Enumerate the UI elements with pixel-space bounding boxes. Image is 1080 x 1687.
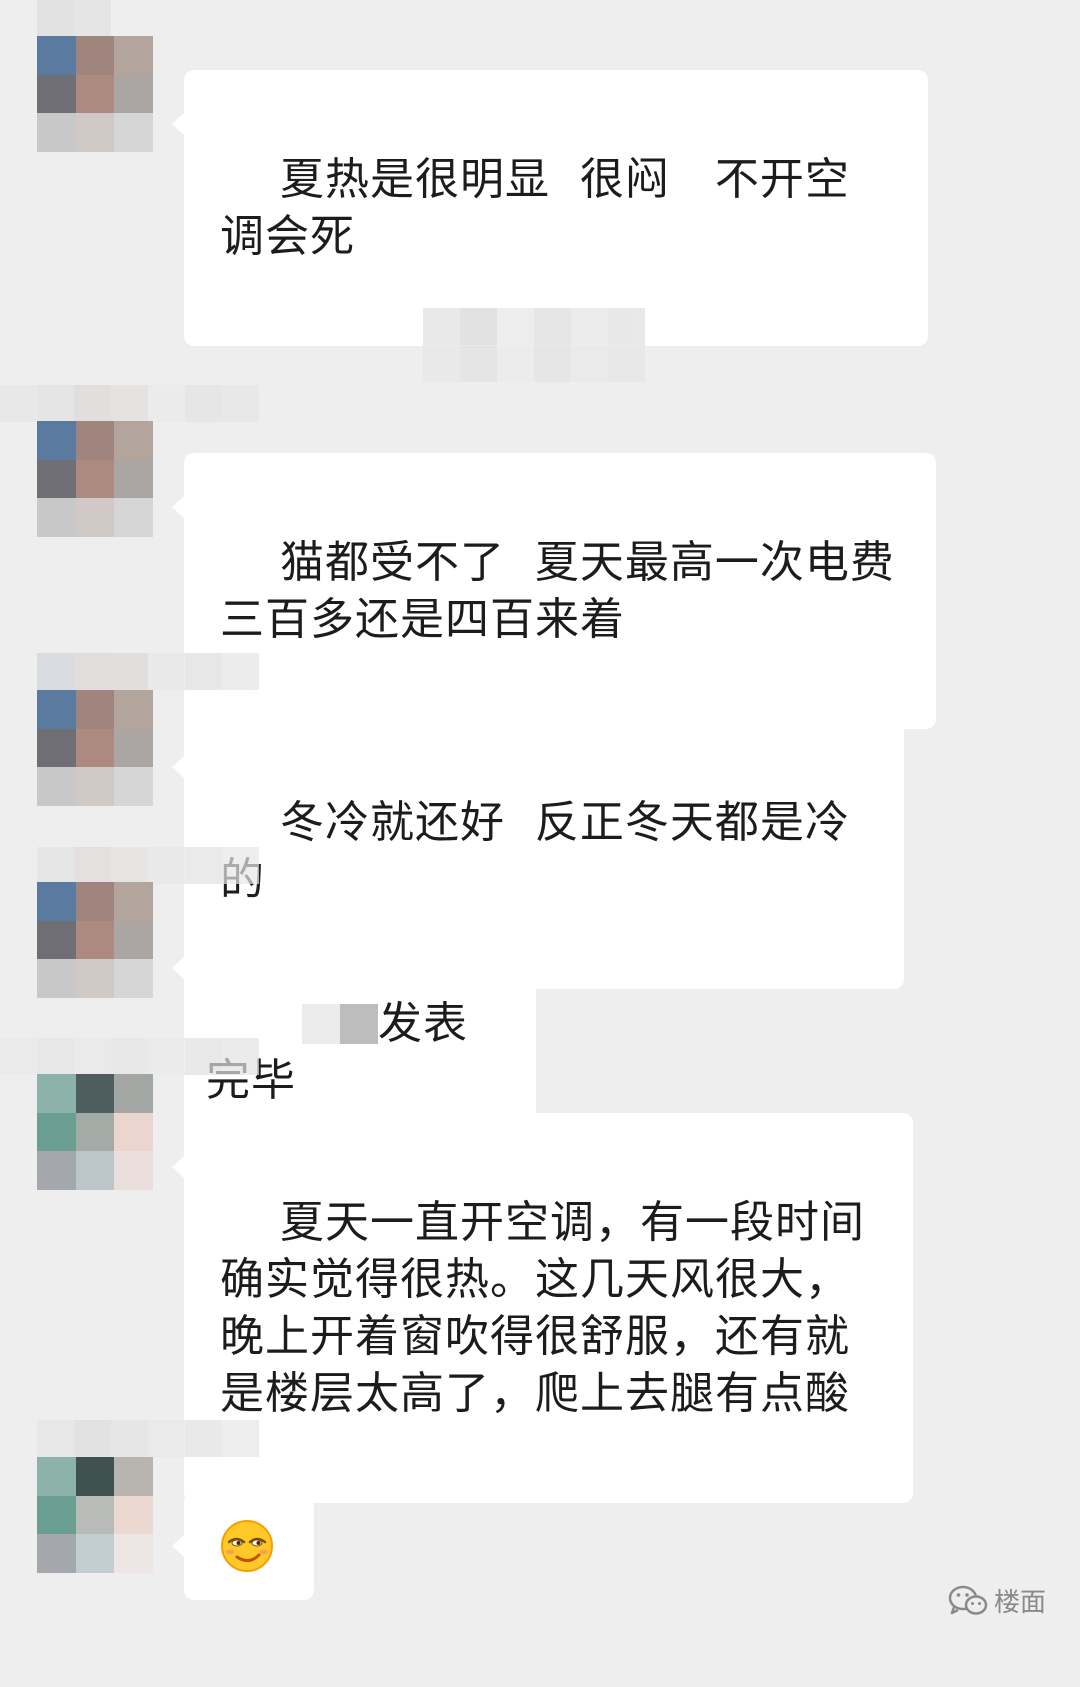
message-bubble[interactable] <box>172 1492 314 1600</box>
blurred-mention <box>265 995 378 1052</box>
avatar[interactable] <box>37 1457 153 1573</box>
message-text: 夏热是很明显 很闷 不开空调会死 <box>220 154 850 262</box>
message-bubble[interactable]: 夏天一直开空调，有一段时间确实觉得很热。这几天风很大，晚上开着窗吹得很舒服，还有… <box>172 1113 913 1503</box>
wechat-icon <box>948 1585 988 1615</box>
watermark-text: 楼面 <box>993 1588 1046 1618</box>
blurred-sender-name <box>37 847 259 884</box>
smirk-emoji-icon <box>221 1520 273 1572</box>
message-text: 猫都受不了 夏天最高一次电费三百多还是四百来着 <box>220 537 895 645</box>
message-text: 夏天一直开空调，有一段时间确实觉得很热。这几天风很大，晚上开着窗吹得很舒服，还有… <box>220 1197 865 1419</box>
blurred-sender-name <box>0 1038 259 1075</box>
avatar[interactable] <box>37 690 153 806</box>
blurred-timestamp-row2 <box>423 345 645 382</box>
avatar[interactable] <box>37 36 153 152</box>
blurred-sender-name <box>37 1420 259 1457</box>
avatar[interactable] <box>37 1074 153 1190</box>
avatar[interactable] <box>37 882 153 998</box>
blurred-timestamp <box>423 308 645 345</box>
watermark: 楼面 <box>948 1582 1046 1619</box>
message-bubble[interactable]: 夏热是很明显 很闷 不开空调会死 <box>172 70 928 346</box>
message-text: 冬冷就还好 反正冬天都是冷的 <box>220 797 850 905</box>
blurred-sender-name <box>37 653 259 690</box>
avatar[interactable] <box>37 421 153 537</box>
message-bubble[interactable]: 猫都受不了 夏天最高一次电费三百多还是四百来着 <box>172 453 936 729</box>
blurred-sender-name <box>0 385 259 422</box>
